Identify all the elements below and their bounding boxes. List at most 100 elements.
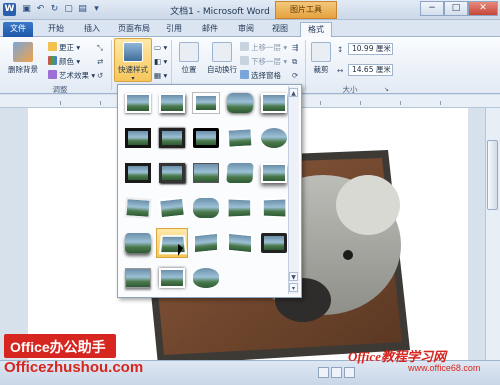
gallery-style-option[interactable] bbox=[224, 193, 256, 223]
gallery-style-option[interactable] bbox=[122, 228, 154, 258]
gallery-style-option[interactable] bbox=[190, 228, 222, 258]
gallery-style-option[interactable] bbox=[156, 123, 188, 153]
gallery-style-option[interactable] bbox=[224, 88, 256, 118]
ruler-tick bbox=[400, 101, 401, 105]
tab-review[interactable]: 审阅 bbox=[232, 22, 260, 37]
corrections-button[interactable]: 更正 ▾ bbox=[48, 42, 80, 53]
minimize-button[interactable]: − bbox=[420, 1, 444, 16]
tab-view[interactable]: 视图 bbox=[266, 22, 294, 37]
gallery-style-option[interactable] bbox=[258, 123, 290, 153]
send-backward-button[interactable]: 下移一层 ▾ bbox=[240, 56, 287, 67]
print-layout-view-icon[interactable] bbox=[318, 367, 329, 378]
gallery-style-option[interactable] bbox=[258, 88, 290, 118]
gallery-style-option[interactable] bbox=[122, 88, 154, 118]
gallery-style-option[interactable] bbox=[224, 158, 256, 188]
gallery-style-option[interactable] bbox=[190, 263, 222, 293]
gallery-style-option[interactable] bbox=[258, 228, 290, 258]
quick-styles-button[interactable]: 快速样式 ▾ bbox=[114, 38, 152, 82]
gallery-style-option[interactable] bbox=[122, 263, 154, 293]
artistic-effects-label: 艺术效果 bbox=[59, 71, 89, 80]
close-button[interactable]: ✕ bbox=[468, 1, 498, 16]
selection-pane-button[interactable]: 选择窗格 bbox=[240, 70, 281, 81]
gallery-thumbnail bbox=[193, 163, 219, 183]
tab-page-layout[interactable]: 页面布局 bbox=[112, 22, 156, 37]
tab-file[interactable]: 文件 bbox=[3, 22, 33, 37]
height-field[interactable]: 10.99 厘米 bbox=[348, 43, 393, 55]
qat-customize-icon[interactable]: ▾ bbox=[90, 3, 103, 16]
gallery-style-option[interactable] bbox=[190, 123, 222, 153]
picture-layout-icon[interactable]: ▦ ▾ bbox=[154, 70, 167, 81]
save-icon[interactable]: ▣ bbox=[20, 3, 33, 16]
size-dialog-launcher-icon[interactable]: ↘ bbox=[384, 84, 389, 95]
redo-icon[interactable]: ↻ bbox=[48, 3, 61, 16]
remove-background-button[interactable]: 删除背景 bbox=[3, 42, 43, 75]
gallery-style-option[interactable] bbox=[156, 88, 188, 118]
position-button[interactable]: 位置 bbox=[174, 42, 204, 75]
group-icon[interactable]: ⧉ bbox=[292, 56, 297, 67]
adjust-group-label: 调整 bbox=[52, 85, 68, 94]
reset-picture-icon[interactable]: ↺ bbox=[97, 70, 103, 81]
gallery-scroll-up-icon[interactable]: ▲ bbox=[289, 88, 298, 97]
gallery-style-option[interactable] bbox=[224, 228, 256, 258]
tab-insert[interactable]: 插入 bbox=[78, 22, 106, 37]
maximize-button[interactable]: □ bbox=[444, 1, 468, 16]
web-layout-view-icon[interactable] bbox=[344, 367, 355, 378]
gallery-style-option[interactable] bbox=[122, 158, 154, 188]
gallery-more-icon[interactable]: ▾ bbox=[289, 283, 298, 292]
crop-button[interactable]: 裁剪 bbox=[308, 42, 334, 75]
gallery-thumbnail bbox=[125, 233, 151, 253]
ruler-tick bbox=[60, 101, 61, 105]
bring-forward-button[interactable]: 上移一层 ▾ bbox=[240, 42, 287, 53]
ribbon-separator bbox=[171, 40, 172, 90]
tab-references[interactable]: 引用 bbox=[160, 22, 188, 37]
gallery-thumbnail bbox=[193, 128, 219, 148]
gallery-style-option-hovered[interactable] bbox=[156, 228, 188, 258]
gallery-style-option[interactable] bbox=[258, 158, 290, 188]
color-button[interactable]: 颜色 ▾ bbox=[48, 56, 80, 67]
tab-format[interactable]: 格式 bbox=[300, 22, 332, 37]
gallery-thumbnail bbox=[226, 197, 252, 219]
new-document-icon[interactable]: ▢ bbox=[62, 3, 75, 16]
tab-mailings[interactable]: 邮件 bbox=[196, 22, 224, 37]
gallery-thumbnail bbox=[125, 128, 151, 148]
change-picture-icon[interactable]: ⇄ bbox=[97, 56, 103, 67]
compress-pictures-icon[interactable]: ⤡ bbox=[97, 42, 103, 53]
gallery-style-option[interactable] bbox=[156, 193, 188, 223]
gallery-thumbnail bbox=[261, 163, 287, 183]
vertical-scroll-thumb[interactable] bbox=[487, 140, 498, 210]
gallery-thumbnail bbox=[159, 163, 185, 183]
open-folder-icon[interactable]: ▤ bbox=[76, 3, 89, 16]
wrap-text-button[interactable]: 自动换行 bbox=[205, 42, 239, 75]
picture-tools-context-label: 图片工具 bbox=[275, 1, 337, 19]
crop-label: 裁剪 bbox=[313, 65, 329, 74]
align-icon[interactable]: ⇶ bbox=[292, 42, 298, 53]
gallery-style-option[interactable] bbox=[156, 263, 188, 293]
picture-effects-icon[interactable]: ◧ ▾ bbox=[154, 56, 167, 67]
full-screen-view-icon[interactable] bbox=[331, 367, 342, 378]
crop-icon bbox=[311, 42, 331, 62]
gallery-style-option[interactable] bbox=[122, 193, 154, 223]
gallery-style-option[interactable] bbox=[190, 88, 222, 118]
gallery-scroll-down-icon[interactable]: ▼ bbox=[289, 272, 298, 281]
brand-left-url: Officezhushou.com bbox=[4, 359, 144, 376]
artistic-effects-button[interactable]: 艺术效果 ▾ bbox=[48, 70, 95, 81]
undo-icon[interactable]: ↶ bbox=[34, 3, 47, 16]
gallery-style-option[interactable] bbox=[190, 158, 222, 188]
rotate-icon[interactable]: ⟳ bbox=[292, 70, 298, 81]
gallery-thumbnail bbox=[124, 197, 152, 219]
gallery-style-option[interactable] bbox=[190, 193, 222, 223]
gallery-thumbnail bbox=[193, 231, 219, 255]
gallery-thumbnail bbox=[226, 163, 254, 183]
picture-border-icon[interactable]: ▭ ▾ bbox=[154, 42, 167, 53]
gallery-style-option[interactable] bbox=[156, 158, 188, 188]
gallery-scrollbar[interactable] bbox=[288, 86, 299, 294]
color-icon bbox=[48, 56, 57, 65]
ribbon-separator bbox=[111, 40, 112, 90]
width-field[interactable]: 14.65 厘米 bbox=[348, 64, 393, 76]
gallery-thumbnail bbox=[125, 93, 151, 113]
gallery-style-option[interactable] bbox=[122, 123, 154, 153]
word-app-icon[interactable]: W bbox=[3, 3, 16, 16]
tab-home[interactable]: 开始 bbox=[42, 22, 70, 37]
gallery-style-option[interactable] bbox=[258, 193, 290, 223]
gallery-style-option[interactable] bbox=[224, 123, 256, 153]
